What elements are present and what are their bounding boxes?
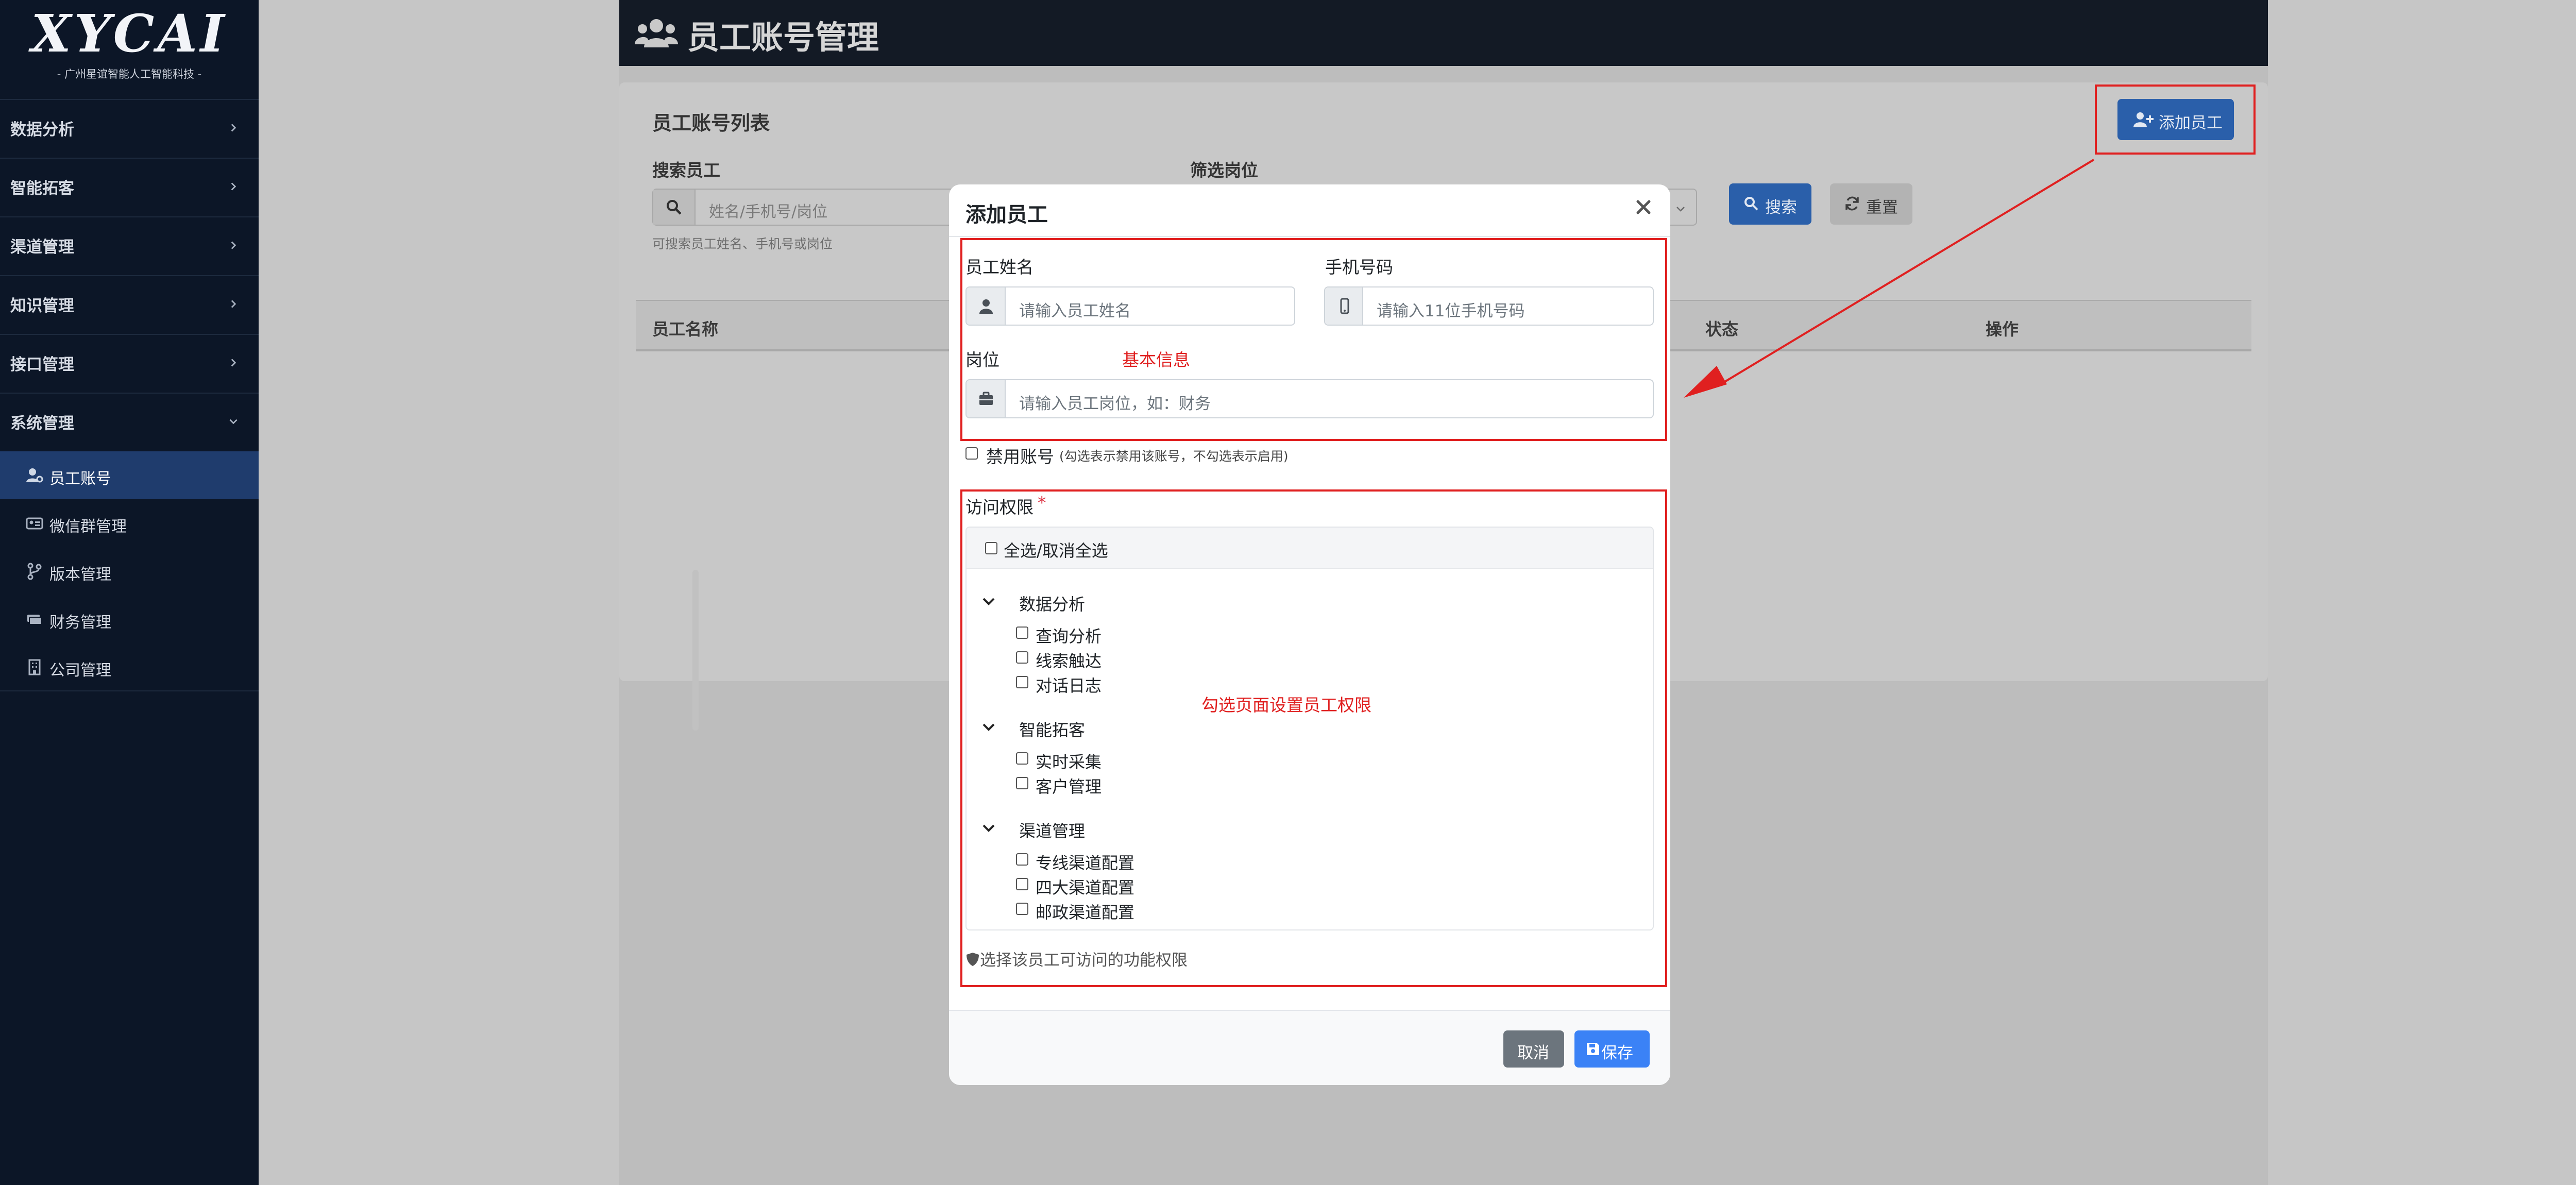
search-employee-label: 搜索员工	[652, 160, 720, 180]
annotation-box-add-employee	[2095, 84, 2256, 155]
nav-item-system-management[interactable]: 系统管理	[0, 393, 259, 451]
building-icon	[28, 659, 41, 675]
chevron-right-icon	[231, 241, 236, 249]
nav-item-knowledge-management[interactable]: 知识管理	[0, 275, 259, 334]
disable-account-label: 禁用账号	[986, 447, 1054, 467]
sidebar-divider	[0, 690, 259, 691]
page-title: 员工账号管理	[687, 19, 879, 56]
user-gear-icon	[26, 468, 43, 483]
nav-item-channel-management[interactable]: 渠道管理	[0, 216, 259, 275]
id-card-icon	[26, 517, 43, 530]
sidebar-item-label: 微信群管理	[49, 518, 127, 536]
modal-header-divider	[949, 236, 1670, 237]
disable-account-checkbox[interactable]	[965, 447, 978, 460]
search-input[interactable]: 姓名/手机号/岗位	[652, 189, 972, 226]
sidebar-item-wechat-groups[interactable]: 微信群管理	[0, 499, 259, 547]
chevron-right-icon	[231, 182, 236, 191]
sidebar-item-version-management[interactable]: 版本管理	[0, 547, 259, 595]
logo-subtitle: - 广州星谊智能人工智能科技 -	[57, 68, 202, 80]
nav-item-label: 渠道管理	[10, 238, 74, 257]
sidebar: XYCAI - 广州星谊智能人工智能科技 - 数据分析 智能拓客 渠道管理 知识…	[0, 0, 259, 1185]
annotation-basic-info: 基本信息	[1122, 350, 1190, 370]
disable-account-hint: (勾选表示禁用该账号，不勾选表示启用)	[1059, 449, 1289, 464]
nav-item-api-management[interactable]: 接口管理	[0, 334, 259, 393]
logo: XYCAI - 广州星谊智能人工智能科技 -	[0, 0, 259, 91]
save-button[interactable]: 保存	[1574, 1030, 1650, 1068]
reset-button-label: 重置	[1866, 198, 1898, 217]
sidebar-item-employee-accounts[interactable]: 员工账号	[0, 451, 259, 499]
code-branch-icon	[27, 563, 42, 580]
chevron-right-icon	[231, 359, 236, 367]
search-button-label: 搜索	[1765, 198, 1797, 217]
search-icon	[667, 200, 682, 215]
annotation-permissions-note: 勾选页面设置员工权限	[1201, 695, 1371, 715]
users-icon	[635, 19, 678, 47]
search-hint: 可搜索员工姓名、手机号或岗位	[652, 236, 833, 251]
sync-icon	[1845, 196, 1859, 211]
money-bill-icon	[27, 615, 42, 625]
logo-text: XYCAI	[31, 3, 228, 64]
sidebar-item-label: 员工账号	[49, 470, 111, 488]
search-addon	[653, 190, 696, 225]
nav-item-label: 系统管理	[10, 414, 74, 433]
nav-item-data-analysis[interactable]: 数据分析	[0, 99, 259, 158]
page-header: 员工账号管理	[619, 0, 2268, 66]
search-icon	[1744, 197, 1758, 211]
nav-item-smart-prospecting[interactable]: 智能拓客	[0, 158, 259, 216]
nav-item-label: 数据分析	[10, 121, 74, 139]
cancel-button[interactable]: 取消	[1503, 1030, 1564, 1068]
permissions-scrollbar-thumb[interactable]	[692, 570, 699, 731]
search-placeholder: 姓名/手机号/岗位	[709, 203, 828, 221]
column-header-actions: 操作	[1986, 319, 2019, 339]
sidebar-item-company-management[interactable]: 公司管理	[0, 643, 259, 691]
chevron-right-icon	[231, 124, 236, 132]
annotation-box-permissions	[960, 489, 1667, 987]
column-header-status: 状态	[1705, 319, 1739, 339]
chevron-down-icon	[1676, 207, 1685, 212]
column-header-name: 员工名称	[652, 319, 719, 339]
nav-item-label: 智能拓客	[10, 179, 74, 198]
cancel-button-label: 取消	[1517, 1044, 1549, 1062]
reset-button[interactable]: 重置	[1830, 183, 1912, 225]
chevron-down-icon	[229, 419, 238, 425]
modal-title: 添加员工	[965, 203, 1048, 227]
list-title: 员工账号列表	[652, 112, 770, 134]
sidebar-item-finance-management[interactable]: 财务管理	[0, 595, 259, 643]
annotation-box-basic-info	[960, 238, 1667, 441]
save-icon	[1587, 1043, 1599, 1055]
filter-position-label: 筛选岗位	[1190, 160, 1258, 180]
close-icon[interactable]	[1633, 197, 1654, 217]
chevron-right-icon	[231, 300, 236, 308]
sidebar-item-label: 财务管理	[49, 614, 111, 632]
sidebar-item-label: 版本管理	[49, 566, 111, 584]
sidebar-item-label: 公司管理	[49, 662, 111, 680]
nav-item-label: 接口管理	[10, 356, 74, 374]
search-button[interactable]: 搜索	[1729, 183, 1811, 225]
nav-item-label: 知识管理	[10, 297, 74, 315]
save-button-label: 保存	[1601, 1044, 1633, 1062]
